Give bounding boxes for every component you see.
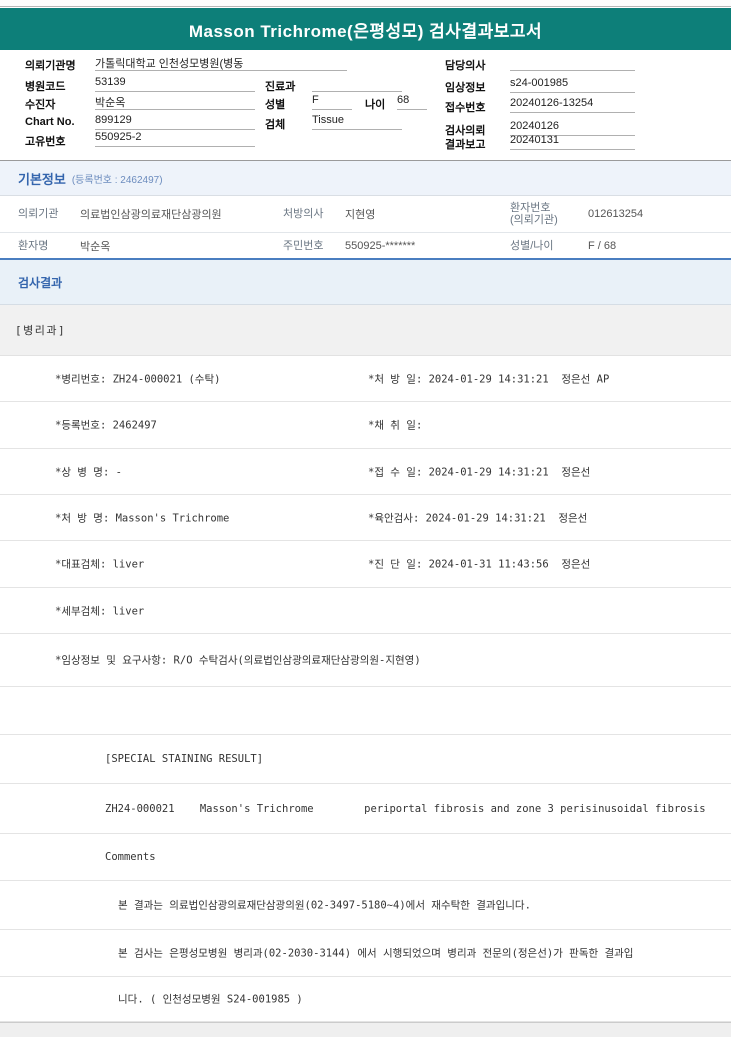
result-row: 본 검사는 은평성모병원 병리과(02-2030-3144) 에서 시행되었으며… <box>0 930 731 977</box>
result-cell-pathology-no: *병리번호: ZH24-000021 (수탁) <box>55 373 221 385</box>
cell-value-referrer: 의료법인삼광의료재단삼광의원 <box>80 209 222 221</box>
top-strip <box>0 0 731 7</box>
cell-label-sex-age: 성별/나이 <box>510 239 554 252</box>
field-label-hospital-code: 병원코드 <box>25 81 66 93</box>
result-cell-diagnosis-name: *상 병 명: - <box>55 466 122 478</box>
result-row: *상 병 명: - *접 수 일: 2024-01-29 14:31:21 정은… <box>0 449 731 495</box>
report-titlebar: Masson Trichrome(은평성모) 검사결과보고서 <box>0 8 731 50</box>
result-row: ZH24-000021 Masson's Trichrome periporta… <box>0 784 731 834</box>
table-row: 환자명 박순옥 주민번호 550925-******* 성별/나이 F / 68 <box>0 233 731 258</box>
result-row: *처 방 명: Masson's Trichrome *육안검사: 2024-0… <box>0 495 731 541</box>
field-value-result-report-date: 20240131 <box>510 134 635 150</box>
result-row: 본 결과는 의료법인삼광의료재단삼광의원(02-3497-5180~4)에서 재… <box>0 881 731 930</box>
cell-value-sex-age: F / 68 <box>588 239 617 252</box>
field-value-chart-no: 899129 <box>95 114 255 130</box>
result-cell-order-date: *처 방 일: 2024-01-29 14:31:21 정은선 AP <box>368 373 610 385</box>
registration-number: (등록번호 : 2462497) <box>71 174 163 186</box>
field-label-department: 진료과 <box>265 81 296 93</box>
field-label-unique-no: 고유번호 <box>25 136 66 148</box>
basic-info-header: 기본정보 (등록번호 : 2462497) <box>0 161 731 196</box>
field-label-referring-org: 의뢰기관명 <box>25 60 76 72</box>
field-label-sex: 성별 <box>265 99 286 111</box>
field-label-chart-no: Chart No. <box>25 116 75 128</box>
cell-label-prescribing-doctor: 처방의사 <box>283 208 324 220</box>
pathology-dept-label: [병리과] <box>15 324 67 337</box>
result-row: Comments <box>0 834 731 881</box>
result-cell-order-name: *처 방 명: Masson's Trichrome <box>55 512 230 524</box>
patient-header: 의뢰기관명 가톨릭대학교 인천성모병원(병동 병원코드 53139 수진자 박순… <box>0 50 731 160</box>
result-row-empty <box>0 687 731 735</box>
result-row: 니다. ( 인천성모병원 S24-001985 ) <box>0 977 731 1022</box>
field-value-clinical-info: s24-001985 <box>510 77 635 93</box>
result-row: *대표검체: liver *진 단 일: 2024-01-31 11:43:56… <box>0 541 731 588</box>
result-cell-registration-no: *등록번호: 2462497 <box>55 419 157 432</box>
field-label-specimen: 검체 <box>265 119 286 131</box>
field-label-patient: 수진자 <box>25 99 56 111</box>
result-cell-main-specimen: *대표검체: liver <box>55 558 145 571</box>
cell-label-referrer: 의뢰기관 <box>18 208 59 220</box>
field-label-clinical-info: 임상정보 <box>445 82 486 94</box>
result-rows: *병리번호: ZH24-000021 (수탁) *처 방 일: 2024-01-… <box>0 356 731 1022</box>
cell-value-patient-no: 012613254 <box>588 208 644 220</box>
special-staining-result-line: ZH24-000021 Masson's Trichrome periporta… <box>105 802 706 815</box>
result-cell-receipt-date: *접 수 일: 2024-01-29 14:31:21 정은선 <box>368 466 591 478</box>
result-cell-sub-specimen: *세부검체: liver <box>55 605 145 617</box>
cell-label-patient-no-line2: (의뢰기관) <box>510 214 558 226</box>
result-row: *세부검체: liver <box>0 588 731 634</box>
basic-info-table: 의뢰기관 의료법인삼광의료재단삼광의원 처방의사 지현영 환자번호 (의뢰기관) … <box>0 196 731 258</box>
result-row: *임상정보 및 요구사항: R/O 수탁검사(의료법인삼광의료재단삼광의원-지현… <box>0 634 731 687</box>
footer-strip <box>0 1022 731 1037</box>
comment-line-2: 본 검사는 은평성모병원 병리과(02-2030-3144) 에서 시행되었으며… <box>118 947 634 960</box>
pathology-dept-band: [병리과] <box>0 305 731 356</box>
cell-value-patient-name: 박순옥 <box>80 240 111 253</box>
cell-label-patient-no-line1: 환자번호 <box>510 202 551 214</box>
field-label-doctor-in-charge: 담당의사 <box>445 60 486 72</box>
field-label-age: 나이 <box>365 99 386 111</box>
cell-value-prescribing-doctor: 지현영 <box>345 209 376 221</box>
result-cell-diagnosis-date: *진 단 일: 2024-01-31 11:43:56 정은선 <box>368 558 591 571</box>
report-title: Masson Trichrome(은평성모) 검사결과보고서 <box>188 21 543 41</box>
comment-line-3: 니다. ( 인천성모병원 S24-001985 ) <box>118 993 303 1006</box>
field-value-age: 68 <box>397 94 427 110</box>
result-cell-gross-exam-date: *육안검사: 2024-01-29 14:31:21 정은선 <box>368 512 588 524</box>
field-value-referring-org: 가톨릭대학교 인천성모병원(병동 <box>95 55 347 71</box>
result-row: *병리번호: ZH24-000021 (수탁) *처 방 일: 2024-01-… <box>0 356 731 402</box>
comment-line-1: 본 결과는 의료법인삼광의료재단삼광의원(02-3497-5180~4)에서 재… <box>118 899 531 912</box>
field-value-hospital-code: 53139 <box>95 76 255 92</box>
cell-label-patient-no: 환자번호 (의뢰기관) <box>510 202 588 226</box>
test-result-title: 검사결과 <box>18 275 63 290</box>
special-staining-result-heading: [SPECIAL STAINING RESULT] <box>105 753 264 765</box>
result-cell-collection-date: *채 취 일: <box>368 419 423 432</box>
field-label-receipt-no: 접수번호 <box>445 102 486 114</box>
field-value-department <box>312 76 402 92</box>
result-row: [SPECIAL STAINING RESULT] <box>0 735 731 784</box>
field-value-doctor-in-charge <box>510 55 635 71</box>
cell-label-resident-no: 주민번호 <box>283 239 324 252</box>
field-value-unique-no: 550925-2 <box>95 131 255 147</box>
cell-value-resident-no: 550925-******* <box>345 239 416 252</box>
cell-label-patient-name: 환자명 <box>18 239 49 252</box>
comments-heading: Comments <box>105 851 156 863</box>
result-cell-clinical-request: *임상정보 및 요구사항: R/O 수탁검사(의료법인삼광의료재단삼광의원-지현… <box>55 654 421 667</box>
field-value-sex: F <box>312 94 352 110</box>
field-value-specimen: Tissue <box>312 114 402 130</box>
test-result-header: 검사결과 <box>0 260 731 305</box>
result-row: *등록번호: 2462497 *채 취 일: <box>0 402 731 449</box>
table-row: 의뢰기관 의료법인삼광의료재단삼광의원 처방의사 지현영 환자번호 (의뢰기관) … <box>0 196 731 233</box>
field-value-receipt-no: 20240126-13254 <box>510 97 635 113</box>
field-value-patient: 박순옥 <box>95 94 255 110</box>
field-label-result-report-date: 결과보고 <box>445 139 486 151</box>
report-page: Masson Trichrome(은평성모) 검사결과보고서 의뢰기관명 가톨릭… <box>0 0 731 1037</box>
basic-info-title: 기본정보 <box>18 171 66 187</box>
